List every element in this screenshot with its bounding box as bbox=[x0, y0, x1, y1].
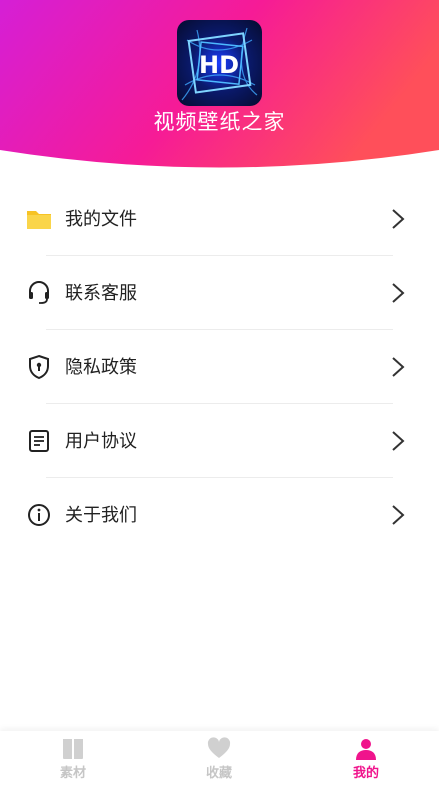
tab-label: 收藏 bbox=[205, 766, 232, 781]
chevron-right-icon bbox=[392, 283, 405, 303]
bottom-tab-bar: 素材 收藏 我的 bbox=[0, 731, 439, 785]
shield-icon bbox=[29, 354, 49, 380]
user-icon bbox=[356, 739, 376, 760]
chevron-right-icon bbox=[392, 505, 405, 525]
menu-item-label: 关于我们 bbox=[65, 505, 137, 526]
document-icon bbox=[29, 430, 49, 452]
tab-materials[interactable]: 素材 bbox=[0, 731, 146, 785]
menu-item-label: 我的文件 bbox=[65, 209, 137, 230]
box-icon bbox=[63, 739, 83, 759]
logo-text: HD bbox=[199, 51, 239, 79]
headset-icon bbox=[29, 281, 49, 304]
tab-mine[interactable]: 我的 bbox=[293, 731, 439, 785]
menu-item-label: 用户协议 bbox=[65, 431, 137, 452]
menu-item-label: 隐私政策 bbox=[65, 357, 137, 378]
menu-item-about-us[interactable]: 关于我们 bbox=[0, 478, 439, 552]
profile-header: HD 视频壁纸之家 bbox=[0, 0, 439, 170]
tab-label: 我的 bbox=[352, 766, 379, 781]
menu-item-privacy-policy[interactable]: 隐私政策 bbox=[0, 330, 439, 404]
app-title: 视频壁纸之家 bbox=[153, 110, 286, 134]
menu-item-user-agreement[interactable]: 用户协议 bbox=[0, 404, 439, 478]
heart-icon bbox=[207, 737, 231, 758]
chevron-right-icon bbox=[392, 209, 405, 229]
app-logo: HD bbox=[177, 20, 262, 106]
chevron-right-icon bbox=[392, 431, 405, 451]
chevron-right-icon bbox=[392, 357, 405, 377]
menu-item-label: 联系客服 bbox=[65, 283, 137, 304]
info-icon bbox=[28, 504, 50, 526]
tab-favorites[interactable]: 收藏 bbox=[146, 731, 292, 785]
menu-item-my-files[interactable]: 我的文件 bbox=[0, 182, 439, 256]
folder-icon bbox=[27, 211, 51, 229]
tab-label: 素材 bbox=[59, 766, 86, 781]
menu-item-customer-service[interactable]: 联系客服 bbox=[0, 256, 439, 330]
